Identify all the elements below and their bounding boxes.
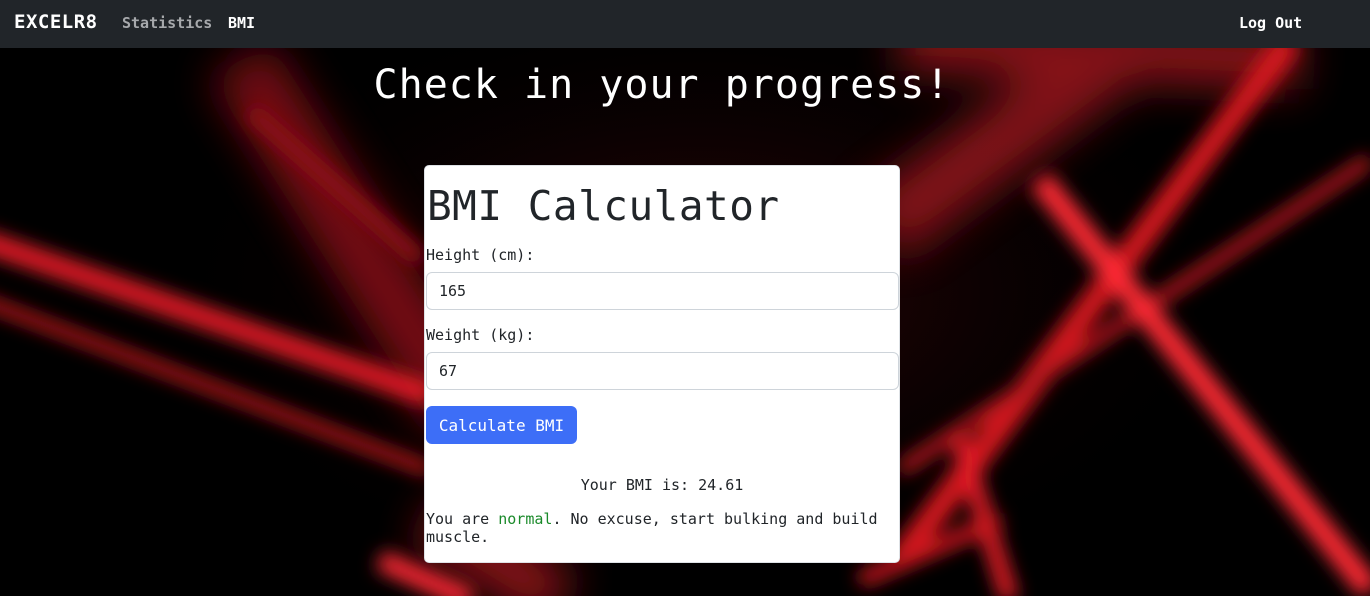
page: EXCELR8 Statistics BMI Log Out Check in … xyxy=(0,0,1370,596)
brand-logo[interactable]: EXCELR8 xyxy=(14,11,98,33)
height-label: Height (cm): xyxy=(426,246,535,264)
bmi-result: Your BMI is: 24.61 xyxy=(580,476,744,494)
bmi-message-prefix: You are xyxy=(426,510,499,528)
calculate-bmi-button[interactable]: Calculate BMI xyxy=(426,406,577,444)
bmi-calculator-card: BMI Calculator Height (cm): Weight (kg):… xyxy=(424,165,900,563)
weight-input[interactable] xyxy=(426,352,899,390)
bmi-category: normal xyxy=(498,510,553,528)
nav-link-bmi[interactable]: BMI xyxy=(228,14,255,32)
bmi-message: You are normal. No excuse, start bulking… xyxy=(426,510,896,546)
nav-link-statistics[interactable]: Statistics xyxy=(122,14,212,32)
page-headline: Check in your progress! xyxy=(373,62,951,108)
navbar: EXCELR8 Statistics BMI Log Out xyxy=(0,0,1370,48)
card-title: BMI Calculator xyxy=(427,182,780,230)
logout-link[interactable]: Log Out xyxy=(1239,14,1302,32)
height-input[interactable] xyxy=(426,272,899,310)
weight-label: Weight (kg): xyxy=(426,326,535,344)
